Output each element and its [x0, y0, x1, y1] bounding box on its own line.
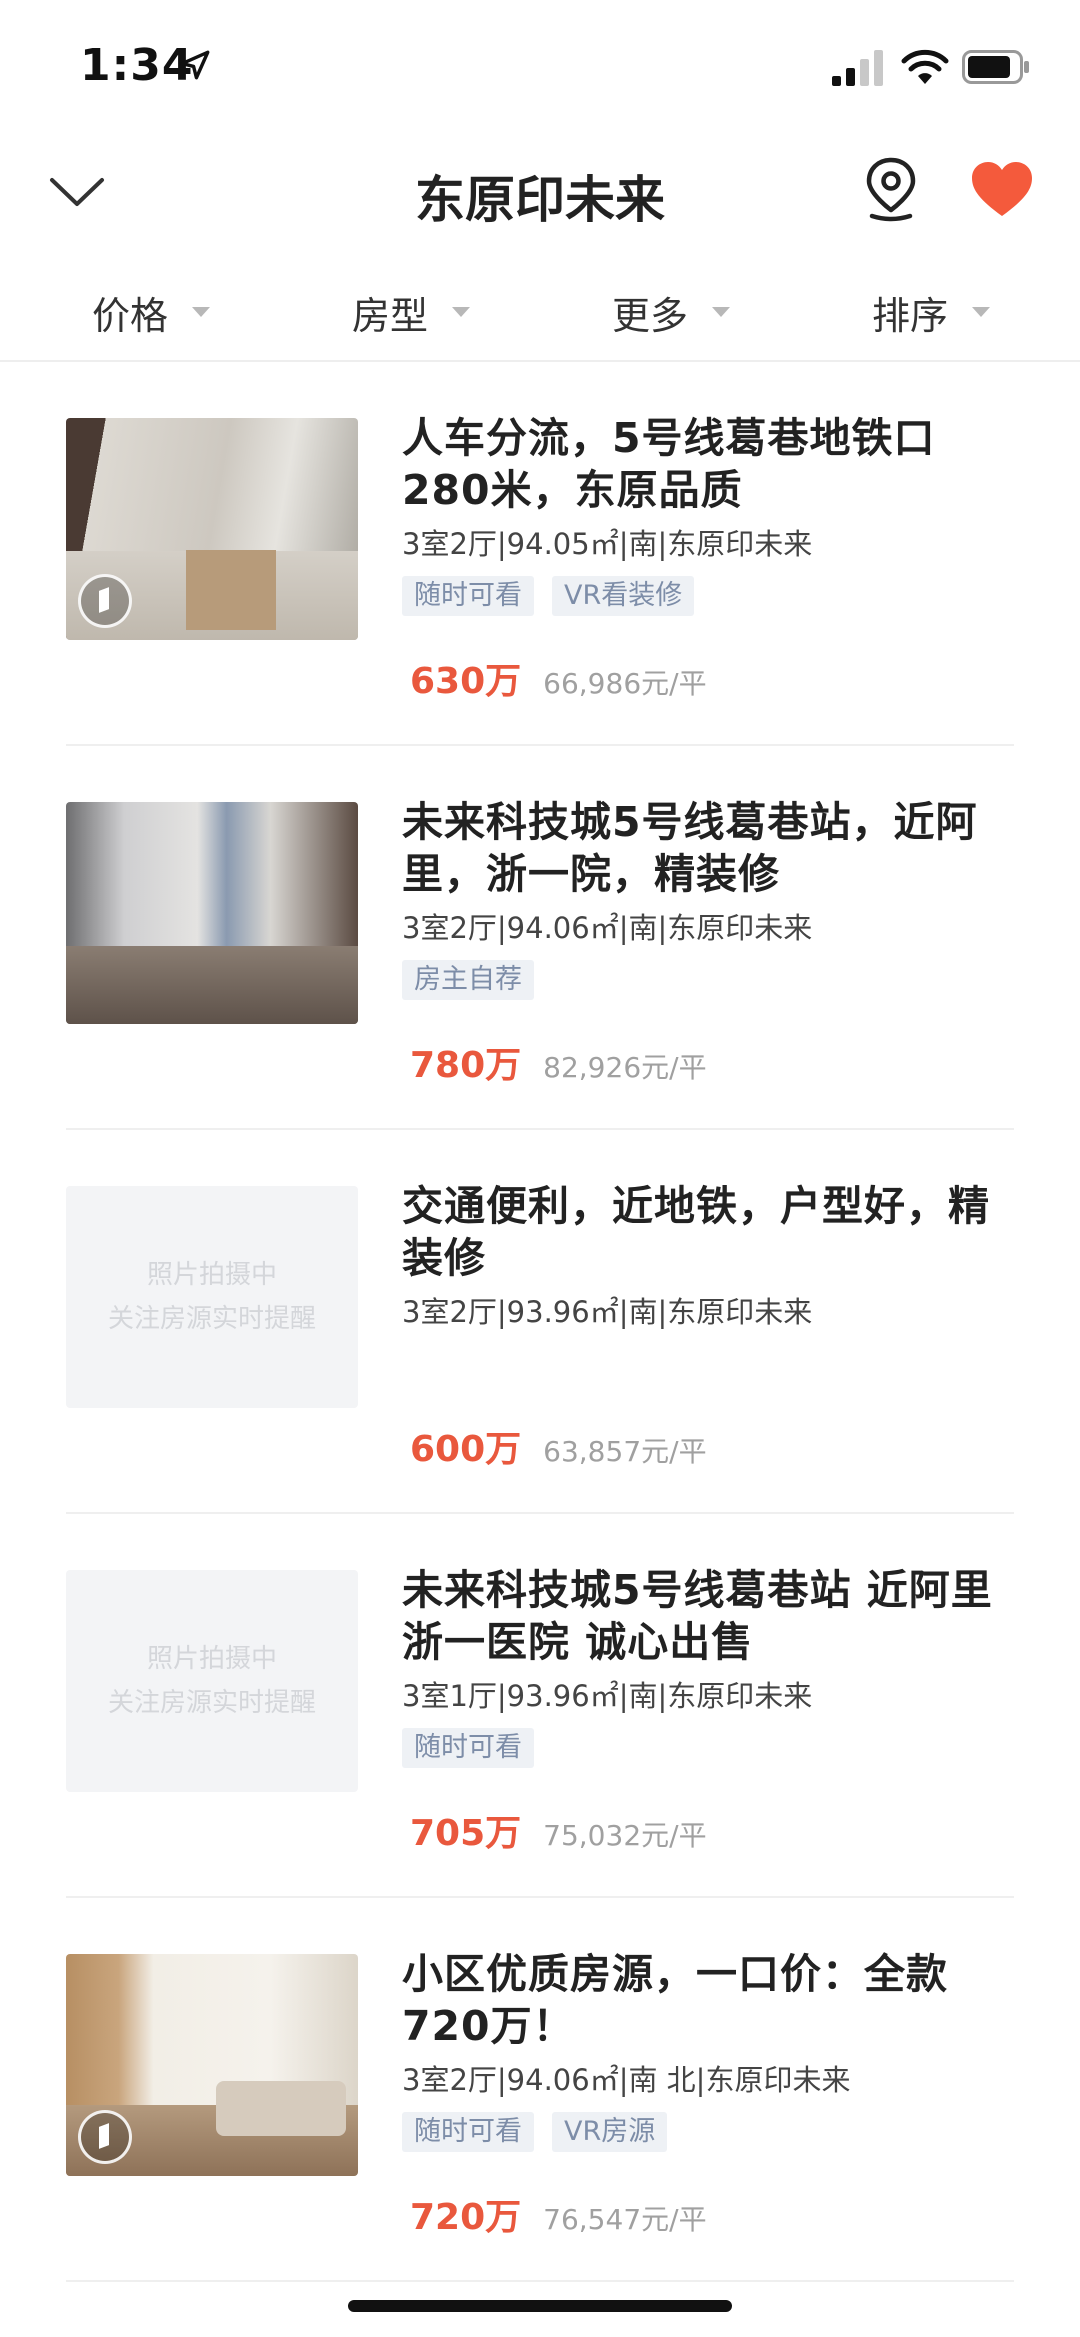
dropdown-triangle-icon — [192, 307, 211, 317]
filter-price[interactable]: 价格 — [92, 282, 211, 342]
listing-price: 630万 — [410, 661, 522, 702]
screen: 1:34 东原印未来 价格 房型 更多 排序 人车分流，5号线葛巷地铁口280米… — [0, 0, 1080, 2337]
listing-item[interactable]: 未来科技城5号线葛巷站，近阿里，浙一院，精装修 3室2厅|94.06㎡|南|东原… — [0, 746, 1080, 1130]
listing-title: 交通便利，近地铁，户型好，精装修 — [402, 1182, 990, 1282]
filter-bar: 价格 房型 更多 排序 — [0, 262, 1080, 362]
listing-tags: 随时可看 VR看装修 — [402, 576, 1020, 618]
status-bar: 1:34 — [0, 0, 1080, 130]
placeholder-text: 关注房源实时提醒 — [107, 1688, 316, 1718]
listing-unit-price: 75,032元/平 — [543, 1819, 707, 1852]
listing-title: 人车分流，5号线葛巷地铁口280米，东原品质 — [402, 414, 936, 514]
listing-item[interactable]: 照片拍摄中 关注房源实时提醒 交通便利，近地铁，户型好，精装修 3室2厅|93.… — [0, 1130, 1080, 1514]
listing-photo — [66, 802, 358, 1024]
listing-tag: 随时可看 — [402, 2112, 534, 2152]
listing-unit-price: 82,926元/平 — [543, 1051, 707, 1084]
filter-label: 价格 — [92, 293, 169, 338]
listing-photo — [66, 418, 358, 640]
filter-label: 排序 — [872, 293, 949, 338]
listing-item[interactable]: 照片拍摄中 关注房源实时提醒 未来科技城5号线葛巷站 近阿里 浙一医院 诚心出售… — [0, 1514, 1080, 1898]
placeholder-text: 关注房源实时提醒 — [107, 1304, 316, 1334]
listing-item[interactable]: 人车分流，5号线葛巷地铁口280米，东原品质 3室2厅|94.05㎡|南|东原印… — [0, 362, 1080, 746]
listing-list: 人车分流，5号线葛巷地铁口280米，东原品质 3室2厅|94.05㎡|南|东原印… — [0, 362, 1080, 2282]
filter-label: 房型 — [352, 293, 429, 338]
listing-title: 未来科技城5号线葛巷站 近阿里 浙一医院 诚心出售 — [402, 1566, 993, 1666]
listing-meta: 3室2厅|93.96㎡|南|东原印未来 — [402, 1295, 813, 1329]
listing-tag: 房主自荐 — [402, 960, 534, 1000]
placeholder-text: 照片拍摄中 — [146, 1260, 277, 1290]
listing-price: 705万 — [410, 1813, 522, 1854]
photo-placeholder: 照片拍摄中 关注房源实时提醒 — [66, 1570, 358, 1792]
dropdown-triangle-icon — [712, 307, 731, 317]
home-indicator[interactable] — [348, 2300, 732, 2312]
listing-tag: 随时可看 — [402, 576, 534, 616]
cellular-signal-icon — [832, 50, 883, 86]
filter-label: 更多 — [612, 293, 689, 338]
listing-unit-price: 63,857元/平 — [543, 1435, 707, 1468]
listing-title: 未来科技城5号线葛巷站，近阿里，浙一院，精装修 — [402, 798, 978, 898]
vr-icon — [78, 2110, 132, 2164]
wifi-icon — [901, 49, 949, 84]
dropdown-triangle-icon — [972, 307, 991, 317]
listing-price: 600万 — [410, 1429, 522, 1470]
filter-layout[interactable]: 房型 — [352, 282, 471, 342]
favorite-heart-icon[interactable] — [970, 160, 1034, 220]
listing-unit-price: 66,986元/平 — [543, 667, 707, 700]
placeholder-text: 照片拍摄中 — [146, 1644, 277, 1674]
listing-tags: 随时可看 VR房源 — [402, 2112, 1020, 2154]
filter-more[interactable]: 更多 — [612, 282, 731, 342]
dropdown-triangle-icon — [452, 307, 471, 317]
listing-unit-price: 76,547元/平 — [543, 2203, 707, 2236]
listing-photo — [66, 1954, 358, 2176]
listing-item[interactable]: 小区优质房源，一口价：全款720万！ 3室2厅|94.06㎡|南 北|东原印未来… — [0, 1898, 1080, 2282]
photo-placeholder: 照片拍摄中 关注房源实时提醒 — [66, 1186, 358, 1408]
listing-meta: 3室2厅|94.05㎡|南|东原印未来 — [402, 527, 813, 561]
battery-icon — [962, 50, 1029, 84]
listing-tag: VR房源 — [552, 2112, 668, 2152]
map-pin-icon[interactable] — [862, 156, 920, 222]
listing-meta: 3室2厅|94.06㎡|南|东原印未来 — [402, 911, 813, 945]
listing-tag: 随时可看 — [402, 1728, 534, 1768]
listing-tags: 房主自荐 — [402, 960, 1020, 1002]
listing-title: 小区优质房源，一口价：全款720万！ — [402, 1950, 948, 2050]
listing-tag: VR看装修 — [552, 576, 695, 616]
location-arrow-icon — [180, 50, 210, 80]
listing-meta: 3室2厅|94.06㎡|南 北|东原印未来 — [402, 2063, 851, 2097]
vr-icon — [78, 574, 132, 628]
listing-meta: 3室1厅|93.96㎡|南|东原印未来 — [402, 1679, 813, 1713]
filter-sort[interactable]: 排序 — [872, 282, 991, 342]
listing-tags: 随时可看 — [402, 1728, 1020, 1770]
listing-price: 780万 — [410, 1045, 522, 1086]
divider — [66, 2280, 1014, 2282]
nav-bar: 东原印未来 — [0, 130, 1080, 255]
status-time: 1:34 — [80, 40, 194, 91]
listing-price: 720万 — [410, 2197, 522, 2238]
